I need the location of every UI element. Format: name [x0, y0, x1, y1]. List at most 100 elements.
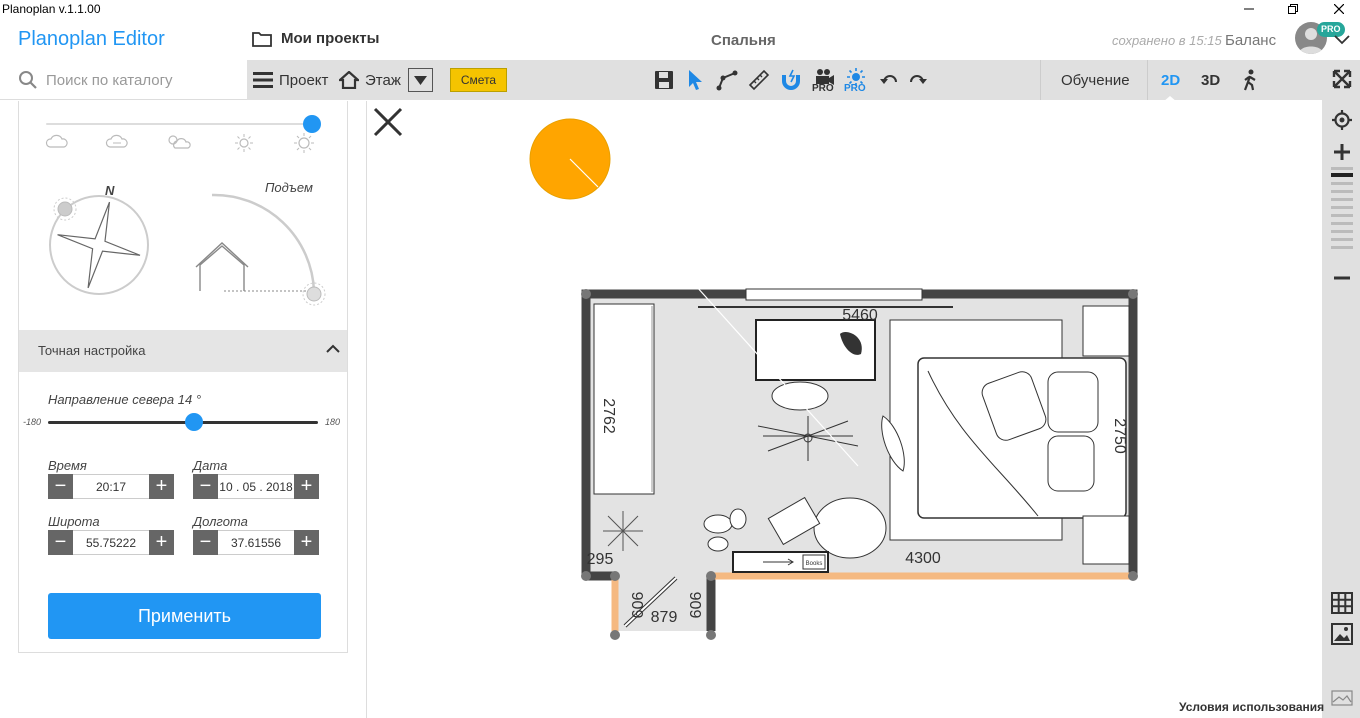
floor-label: Этаж	[365, 71, 401, 89]
estimate-button[interactable]: Смета	[450, 68, 507, 92]
terms-of-use-link[interactable]: Условия использования	[1179, 700, 1324, 714]
my-projects-label: Мои проекты	[281, 30, 380, 47]
walking-person-icon	[1243, 69, 1256, 91]
apply-button[interactable]: Применить	[48, 593, 321, 639]
time-label: Время	[48, 458, 87, 473]
bright-sun-icon	[294, 133, 314, 153]
polyline-icon	[716, 70, 738, 91]
room-plan[interactable]: Books 5460 2762 2750 4300 295 879 909 90…	[578, 286, 1148, 646]
home-icon	[339, 71, 359, 89]
dim-corner: 295	[587, 551, 614, 568]
close-sun-mode-button[interactable]	[372, 106, 404, 138]
north-slider-knob[interactable]	[184, 413, 203, 431]
balance-link[interactable]: Баланс	[1225, 32, 1276, 49]
save-icon	[655, 71, 673, 89]
tutorial-button[interactable]: Обучение	[1061, 60, 1130, 100]
zoom-in-button[interactable]	[1330, 140, 1354, 164]
latitude-input[interactable]: 55.75222	[73, 530, 149, 555]
date-decrement-button[interactable]: −	[193, 474, 218, 499]
latitude-label: Широта	[48, 514, 100, 529]
sun-direction-icon[interactable]	[528, 117, 612, 201]
weather-slider-track[interactable]	[46, 123, 312, 125]
time-stepper: − 20:17 +	[48, 474, 174, 499]
compass-widget[interactable]	[41, 183, 156, 298]
longitude-input[interactable]: 37.61556	[218, 530, 294, 555]
armchair	[813, 497, 887, 559]
minimize-icon	[1244, 8, 1254, 10]
latitude-decrement-button[interactable]: −	[48, 530, 73, 555]
north-direction-label: Направление севера 14 °	[48, 392, 202, 407]
ruler-tool-button[interactable]	[747, 68, 771, 92]
window	[745, 288, 923, 301]
toolbar-separator	[1147, 60, 1148, 100]
cursor-icon	[689, 70, 702, 90]
window-title: Planoplan v.1.1.00	[2, 2, 101, 16]
folder-icon	[252, 31, 272, 47]
time-increment-button[interactable]: +	[149, 474, 174, 499]
page-title: Спальня	[711, 32, 776, 49]
light-sun-icon	[235, 134, 253, 152]
elevation-widget[interactable]	[194, 191, 334, 316]
expand-icon	[1332, 69, 1352, 89]
date-label: Дата	[193, 458, 228, 473]
minimize-button[interactable]	[1229, 0, 1269, 18]
close-window-button[interactable]	[1319, 0, 1359, 18]
cloudy-icon	[105, 134, 128, 148]
chevron-down-icon	[1334, 35, 1350, 45]
floor-button[interactable]: Этаж	[339, 60, 401, 100]
fullscreen-button[interactable]	[1330, 67, 1354, 91]
cloud-icon	[45, 134, 68, 148]
longitude-decrement-button[interactable]: −	[193, 530, 218, 555]
project-menu-button[interactable]: Проект	[253, 60, 328, 100]
fine-tune-label: Точная настройка	[38, 343, 146, 358]
view-3d-tab[interactable]: 3D	[1201, 60, 1220, 100]
weather-slider-knob[interactable]	[303, 115, 321, 133]
restore-button[interactable]	[1273, 0, 1313, 18]
time-input[interactable]: 20:17	[73, 474, 149, 499]
title-bar: Planoplan v.1.1.00	[0, 0, 1360, 18]
restore-icon	[1288, 4, 1298, 14]
plus-icon	[1334, 144, 1350, 160]
date-increment-button[interactable]: +	[294, 474, 319, 499]
grid-toggle-button[interactable]	[1330, 591, 1354, 615]
floor-plan-canvas[interactable]: Books 5460 2762 2750 4300 295 879 909 90…	[368, 101, 1322, 718]
latitude-increment-button[interactable]: +	[149, 530, 174, 555]
catalog-search-input[interactable]	[46, 68, 236, 92]
magnet-tool-button[interactable]	[779, 68, 803, 92]
brand-logo[interactable]: Planoplan Editor	[18, 28, 165, 51]
dim-door-left: 909	[628, 592, 645, 619]
date-stepper: − 10 . 05 . 2018 +	[193, 474, 319, 499]
undo-button[interactable]	[877, 68, 901, 92]
light-pro-label: PRO	[844, 83, 866, 94]
dim-left: 2762	[600, 398, 617, 434]
dim-door-width: 879	[651, 609, 678, 626]
time-decrement-button[interactable]: −	[48, 474, 73, 499]
landscape-button[interactable]	[1330, 686, 1354, 710]
my-projects-link[interactable]: Мои проекты	[252, 30, 379, 47]
floor-dropdown-button[interactable]	[408, 68, 433, 92]
save-button[interactable]	[652, 68, 676, 92]
background-image-button[interactable]	[1330, 622, 1354, 646]
date-input[interactable]: 10 . 05 . 2018	[218, 474, 294, 499]
app-header: Planoplan Editor Мои проекты Спальня сох…	[0, 18, 1360, 60]
north-slider-track[interactable]	[48, 421, 318, 424]
view-2d-tab[interactable]: 2D	[1161, 60, 1180, 100]
zoom-out-button[interactable]	[1330, 266, 1354, 290]
wall-tool-button[interactable]	[715, 68, 739, 92]
main-toolbar: Проект Этаж Смета PRO PRO Обучение 2D 3D	[247, 60, 1322, 102]
triangle-down-icon	[414, 76, 427, 85]
latitude-stepper: − 55.75222 +	[48, 530, 174, 555]
longitude-increment-button[interactable]: +	[294, 530, 319, 555]
center-view-button[interactable]	[1330, 108, 1354, 132]
walk-mode-button[interactable]	[1238, 68, 1262, 92]
fine-tune-header[interactable]: Точная настройка	[19, 330, 347, 372]
longitude-label: Долгота	[193, 514, 248, 529]
floor-lamp	[603, 511, 643, 551]
zoom-scale[interactable]	[1331, 167, 1355, 267]
landscape-icon	[1331, 690, 1353, 706]
redo-button[interactable]	[906, 68, 930, 92]
select-tool-button[interactable]	[683, 68, 707, 92]
right-toolbar	[1322, 60, 1360, 718]
account-menu-button[interactable]	[1334, 32, 1350, 50]
north-min-label: -180	[23, 417, 42, 427]
